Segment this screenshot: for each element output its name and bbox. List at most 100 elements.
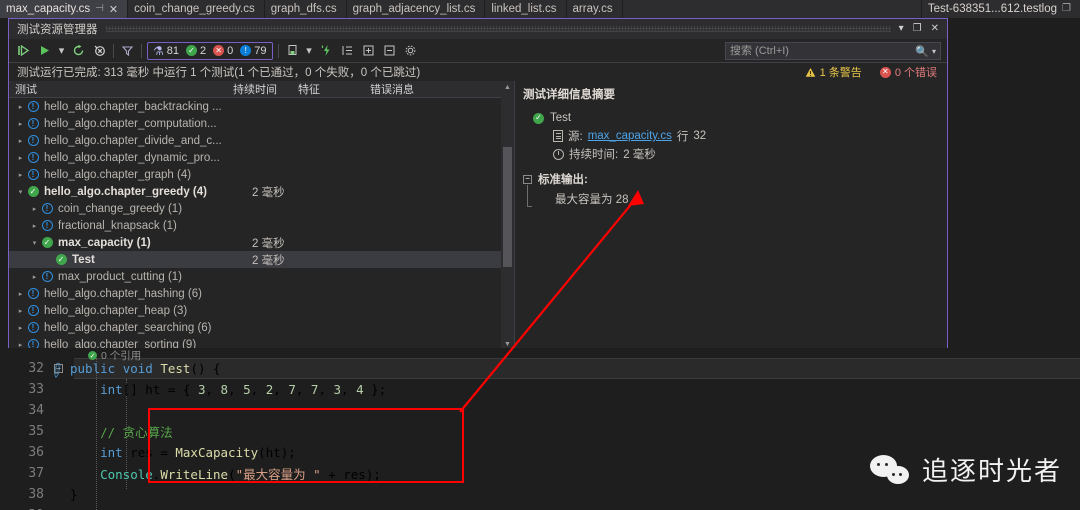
test-tree-row[interactable]: ▸! hello_algo.chapter_hashing (6) <box>9 285 514 302</box>
tree-scrollbar[interactable]: ▲ ▼ <box>501 81 514 351</box>
collapse-icon[interactable]: − <box>523 174 532 184</box>
code-line[interactable]: 39} <box>0 505 1080 510</box>
collapse-all-icon[interactable] <box>381 42 398 59</box>
collapse-arrow-icon[interactable]: ▸ <box>15 137 26 145</box>
column-header-test[interactable]: 测试 <box>9 81 227 97</box>
warning-count[interactable]: 1 条警告 <box>805 64 862 80</box>
collapse-arrow-icon[interactable]: ▸ <box>15 120 26 128</box>
collapse-arrow-icon[interactable]: ▸ <box>29 222 40 230</box>
collapse-arrow-icon[interactable]: ▸ <box>15 103 26 111</box>
editor-tab-testlog[interactable]: Test-638351...612.testlog ❐ <box>920 0 1080 18</box>
test-tree-row[interactable]: ▸! fractional_knapsack (1) <box>9 217 514 234</box>
editor-tab-max-capacity[interactable]: max_capacity.cs ⊣ ✕ <box>0 0 129 18</box>
tab-bar-filler <box>622 0 921 18</box>
test-tree-row[interactable]: ▸! hello_algo.chapter_computation... <box>9 115 514 132</box>
test-tree-row[interactable]: ▸! hello_algo.chapter_dynamic_pro... <box>9 149 514 166</box>
chevron-down-icon[interactable]: ▾ <box>899 24 904 34</box>
test-tree-row[interactable]: ▸! max_product_cutting (1) <box>9 268 514 285</box>
playlist-icon[interactable] <box>284 42 301 59</box>
stop-icon[interactable] <box>91 42 108 59</box>
collapse-arrow-icon[interactable]: ▸ <box>29 273 40 281</box>
test-tree-row[interactable]: ▸! coin_change_greedy (1) <box>9 200 514 217</box>
collapse-arrow-icon[interactable]: ▸ <box>15 171 26 179</box>
lightning-icon[interactable] <box>318 42 335 59</box>
scroll-up-icon[interactable]: ▲ <box>501 81 514 94</box>
check-circle-icon: ✓ <box>26 186 40 197</box>
code-text: int[] ht = { 3, 8, 5, 2, 7, 7, 3, 4 }; <box>100 382 387 397</box>
counter-notrun[interactable]: ! 79 <box>238 45 268 57</box>
chevron-down-icon[interactable]: ▾ <box>305 42 314 59</box>
detail-duration-label: 持续时间: <box>569 149 619 161</box>
close-icon[interactable]: ✕ <box>931 24 939 34</box>
repeat-run-icon[interactable] <box>70 42 87 59</box>
chevron-down-icon[interactable]: ▾ <box>932 47 936 56</box>
gear-icon[interactable] <box>402 42 419 59</box>
test-tree-row[interactable]: ▸! hello_algo.chapter_searching (6) <box>9 319 514 336</box>
search-input[interactable] <box>730 45 916 57</box>
editor-tab-label: graph_dfs.cs <box>270 3 337 15</box>
check-circle-icon: ✓ <box>54 254 68 265</box>
filter-icon[interactable] <box>119 42 136 59</box>
counter-passed[interactable]: ✓ 2 <box>184 45 208 57</box>
collapse-arrow-icon[interactable]: ▸ <box>15 154 26 162</box>
column-header-duration[interactable]: 持续时间 <box>227 81 292 97</box>
counter-total-value: 81 <box>166 44 180 57</box>
gutter-icons: − <box>48 364 70 373</box>
drag-handle-dots[interactable] <box>105 26 891 32</box>
collapse-arrow-icon[interactable]: ▸ <box>15 290 26 298</box>
group-list-icon[interactable] <box>339 42 356 59</box>
collapse-icon[interactable]: − <box>54 364 63 373</box>
test-tree-row[interactable]: ▾ ✓ hello_algo.chapter_greedy (4) 2 毫秒 <box>9 183 514 200</box>
counter-failed[interactable]: ✕ 0 <box>211 45 235 57</box>
expand-arrow-icon[interactable]: ▾ <box>15 188 26 196</box>
float-window-icon[interactable]: ❐ <box>1062 4 1071 14</box>
collapse-arrow-icon[interactable]: ▸ <box>15 307 26 315</box>
run-all-icon[interactable] <box>15 42 32 59</box>
test-tree-row[interactable]: ✓ Test 2 毫秒 <box>9 251 514 268</box>
detail-summary-title: 测试详细信息摘要 <box>523 89 615 101</box>
chevron-down-icon[interactable]: ▾ <box>57 42 66 59</box>
editor-tab-graph-dfs[interactable]: graph_dfs.cs <box>264 0 347 18</box>
editor-tab-coin-change-greedy[interactable]: coin_change_greedy.cs <box>128 0 265 18</box>
test-tree-header: 测试 持续时间 特征 错误消息 <box>9 81 514 98</box>
collapse-arrow-icon[interactable]: ▸ <box>15 324 26 332</box>
search-box[interactable]: 🔍 ▾ <box>725 42 941 60</box>
editor-tab-graph-adjacency-list[interactable]: graph_adjacency_list.cs <box>346 0 486 18</box>
expand-all-icon[interactable] <box>360 42 377 59</box>
editor-tab-label: array.cs <box>572 3 613 15</box>
editor-tab-linked-list[interactable]: linked_list.cs <box>485 0 567 18</box>
warning-count-text: 1 条警告 <box>819 67 862 79</box>
test-tree-row[interactable]: ▸! hello_algo.chapter_heap (3) <box>9 302 514 319</box>
warning-icon <box>805 67 815 77</box>
maximize-icon[interactable]: ❐ <box>913 24 922 34</box>
info-circle-icon: ! <box>26 135 40 146</box>
column-header-traits[interactable]: 特征 <box>292 81 364 97</box>
check-circle-icon: ✓ <box>186 45 198 56</box>
close-icon[interactable]: ✕ <box>109 3 118 16</box>
code-line[interactable]: 32 − public void Test() { <box>0 358 1080 379</box>
test-tree-row[interactable]: ▾ ✓ max_capacity (1) 2 毫秒 <box>9 234 514 251</box>
watermark-text: 追逐时光者 <box>921 456 1062 486</box>
scrollbar-thumb[interactable] <box>503 147 512 267</box>
editor-tab-array[interactable]: array.cs <box>566 0 623 18</box>
expand-arrow-icon[interactable]: ▾ <box>29 239 40 247</box>
detail-source-link[interactable]: max_capacity.cs <box>588 130 672 142</box>
test-tree-row[interactable]: ▸! hello_algo.chapter_divide_and_c... <box>9 132 514 149</box>
test-run-status-bar: 测试运行已完成: 313 毫秒 中运行 1 个测试(1 个已通过，0 个失败，0… <box>9 63 947 81</box>
code-line[interactable]: 33 int[] ht = { 3, 8, 5, 2, 7, 7, 3, 4 }… <box>0 379 1080 400</box>
test-tree-row[interactable]: ▸! hello_algo.chapter_graph (4) <box>9 166 514 183</box>
code-text: public void Test() { <box>70 361 221 376</box>
error-count[interactable]: ✕ 0 个错误 <box>879 64 937 80</box>
column-header-error-message[interactable]: 错误消息 <box>364 81 514 97</box>
line-number: 36 <box>28 445 44 460</box>
counter-passed-value: 2 <box>200 44 207 57</box>
run-icon[interactable] <box>36 42 53 59</box>
counter-total[interactable]: ⚗ 81 <box>151 44 181 58</box>
collapse-arrow-icon[interactable]: ▸ <box>29 205 40 213</box>
error-circle-icon: ✕ <box>879 66 891 78</box>
search-icon[interactable]: 🔍 <box>915 45 929 58</box>
pin-icon[interactable]: ⊣ <box>95 4 104 14</box>
info-circle-icon: ! <box>26 322 40 333</box>
test-tree-row[interactable]: ▸! hello_algo.chapter_backtracking ... <box>9 98 514 115</box>
test-tree-row-label: hello_algo.chapter_divide_and_c... <box>44 134 222 147</box>
